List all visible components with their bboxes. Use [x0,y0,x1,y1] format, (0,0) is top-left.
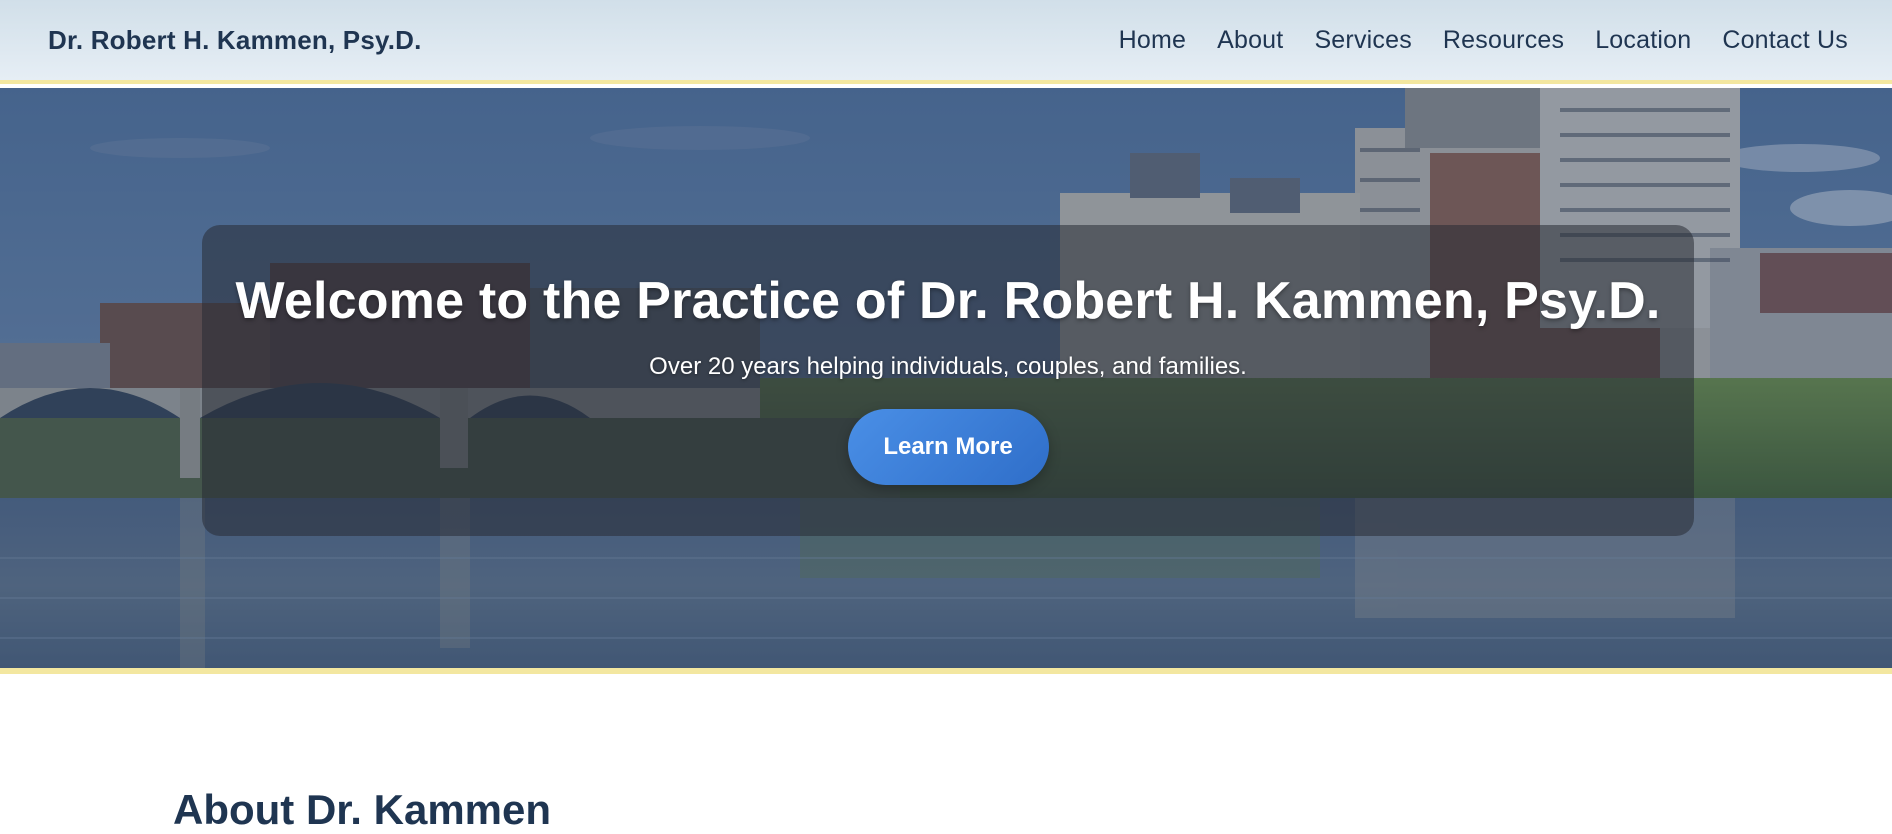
nav-services[interactable]: Services [1314,26,1411,55]
hero-title: Welcome to the Practice of Dr. Robert H.… [235,272,1661,330]
nav-contact-us[interactable]: Contact Us [1722,26,1848,55]
about-heading: About Dr. Kammen [173,786,552,833]
hero-panel: Welcome to the Practice of Dr. Robert H.… [202,225,1694,536]
learn-more-button[interactable]: Learn More [847,409,1049,485]
nav-location[interactable]: Location [1595,26,1691,55]
nav-resources[interactable]: Resources [1443,26,1564,55]
hero-subtitle: Over 20 years helping individuals, coupl… [649,353,1247,380]
site-brand[interactable]: Dr. Robert H. Kammen, Psy.D. [48,25,422,56]
main-nav: Home About Services Resources Location C… [1088,26,1848,55]
nav-home[interactable]: Home [1119,26,1187,55]
site-header: Dr. Robert H. Kammen, Psy.D. Home About … [0,0,1892,84]
nav-about[interactable]: About [1217,26,1283,55]
hero-section: Welcome to the Practice of Dr. Robert H.… [0,88,1892,674]
